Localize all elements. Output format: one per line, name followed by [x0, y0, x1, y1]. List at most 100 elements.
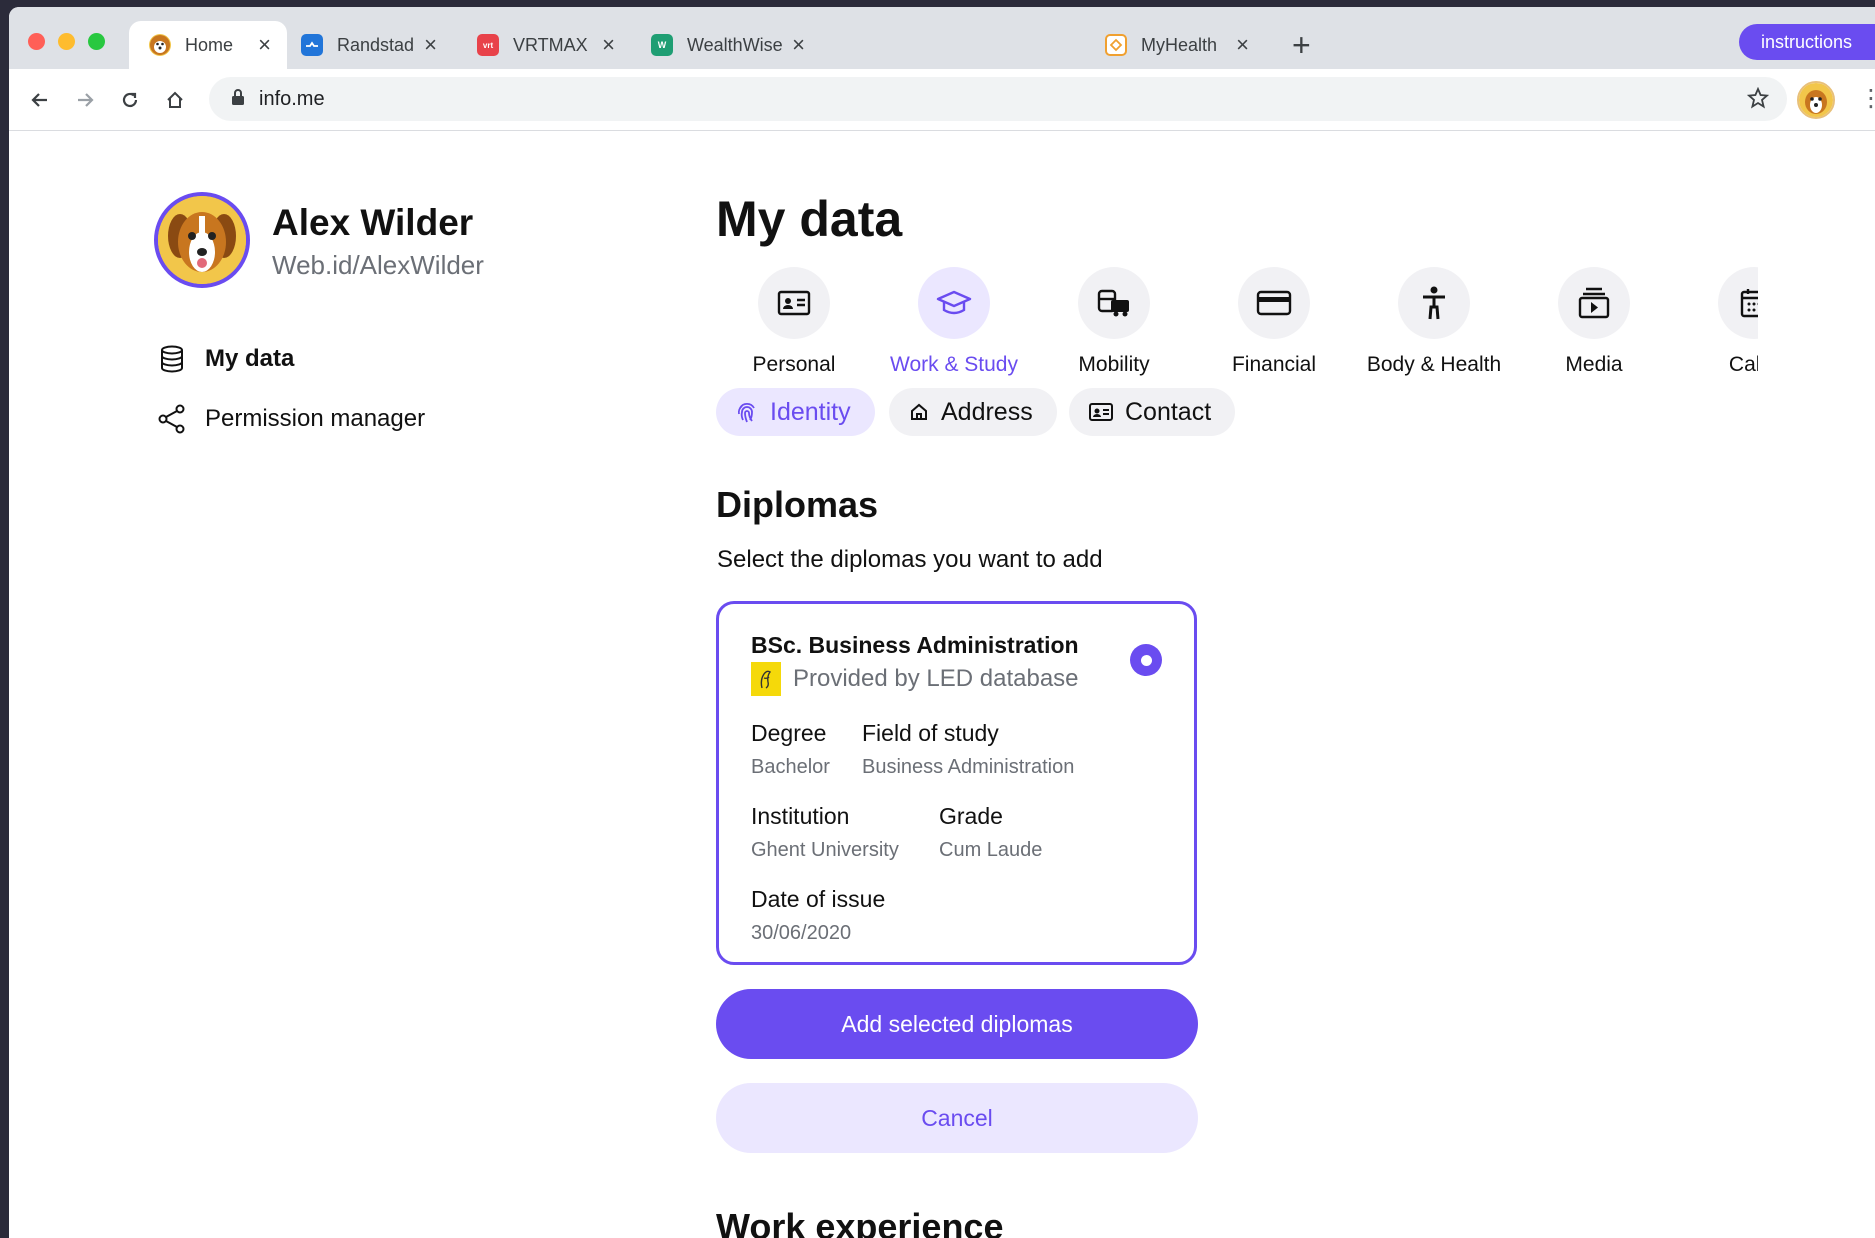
lock-icon — [231, 88, 245, 111]
tab-financial[interactable]: Financial — [1194, 267, 1354, 377]
chip-identity[interactable]: Identity — [716, 388, 875, 436]
forward-button[interactable] — [68, 83, 102, 117]
tab-label: Randstad — [337, 34, 415, 55]
arrow-right-icon — [78, 93, 94, 107]
close-tab-icon[interactable]: × — [1236, 32, 1249, 58]
close-tab-icon[interactable]: × — [258, 32, 271, 58]
fingerprint-icon — [736, 400, 758, 424]
category-label: Financial — [1231, 353, 1317, 376]
tab-work-study[interactable]: Work & Study — [874, 267, 1034, 377]
led-database-logo-icon — [751, 662, 781, 696]
tab-vrtmax[interactable]: vrt VRTMAX × — [469, 21, 631, 69]
dog-avatar-icon — [1799, 83, 1833, 117]
vehicles-icon — [1078, 267, 1150, 339]
browser-window: Home × Randstad × vrt VRTMAX × W WealthW… — [9, 7, 1875, 1238]
wealthwise-icon: W — [651, 34, 673, 56]
page-title: My data — [716, 191, 903, 247]
sidebar-item-my-data[interactable]: My data — [157, 345, 294, 373]
instructions-button[interactable]: instructions — [1739, 24, 1875, 60]
maximize-window-button[interactable] — [88, 33, 105, 50]
tab-body-health[interactable]: Body & Health — [1354, 267, 1514, 377]
close-tab-icon[interactable]: × — [792, 32, 805, 58]
home-icon — [909, 402, 929, 422]
credit-card-icon — [1238, 267, 1310, 339]
institution-field: Institution Ghent University — [751, 803, 899, 862]
user-name: Alex Wilder — [272, 202, 474, 243]
tab-label: MyHealth — [1141, 34, 1218, 55]
category-label: Mobility — [1078, 353, 1150, 376]
field-label: Date of issue — [751, 886, 886, 912]
sidebar-item-label: Permission manager — [205, 405, 426, 432]
url-text: info.me — [259, 87, 325, 110]
profile-avatar-button[interactable] — [1797, 81, 1835, 119]
dog-avatar-icon — [149, 34, 171, 56]
user-web-id[interactable]: Web.id/AlexWilder — [272, 250, 484, 281]
randstad-icon — [301, 34, 323, 56]
diploma-provider: Provided by LED database — [751, 662, 1079, 696]
diploma-title: BSc. Business Administration — [751, 632, 1079, 658]
category-label: Caler — [1728, 353, 1758, 376]
field-of-study-field: Field of study Business Administration — [862, 720, 1074, 779]
tab-media[interactable]: Media — [1514, 267, 1674, 377]
chip-label: Address — [941, 397, 1033, 426]
accessibility-icon — [1398, 267, 1470, 339]
myhealth-icon — [1105, 34, 1127, 56]
new-tab-button[interactable]: + — [1292, 29, 1311, 61]
share-icon — [157, 404, 187, 434]
calendar-icon — [1718, 267, 1758, 339]
field-label: Field of study — [862, 720, 999, 746]
tab-label: WealthWise — [687, 34, 783, 55]
id-card-icon — [758, 267, 830, 339]
diploma-select-radio[interactable] — [1130, 644, 1162, 676]
contact-card-icon — [1089, 402, 1113, 422]
tab-mobility[interactable]: Mobility — [1034, 267, 1194, 377]
field-label: Degree — [751, 720, 827, 746]
cancel-button[interactable]: Cancel — [716, 1083, 1198, 1153]
home-button[interactable] — [158, 83, 192, 117]
chip-contact[interactable]: Contact — [1069, 388, 1236, 436]
category-label: Body & Health — [1366, 353, 1502, 376]
tab-randstad[interactable]: Randstad × — [291, 21, 453, 69]
close-window-button[interactable] — [28, 33, 45, 50]
field-value: Ghent University — [751, 839, 899, 861]
diploma-card[interactable]: BSc. Business Administration Provided by… — [716, 601, 1197, 965]
field-label: Institution — [751, 803, 850, 829]
category-label: Media — [1565, 353, 1623, 376]
category-label: Work & Study — [890, 353, 1018, 376]
chip-label: Identity — [770, 397, 851, 426]
tab-strip: Home × Randstad × vrt VRTMAX × W WealthW… — [9, 7, 1875, 69]
back-button[interactable] — [23, 83, 57, 117]
field-value: Business Administration — [862, 756, 1075, 778]
sidebar-item-permission-manager[interactable]: Permission manager — [157, 404, 425, 434]
field-label: Grade — [939, 803, 1003, 829]
media-play-icon — [1558, 267, 1630, 339]
home-icon — [167, 91, 183, 108]
chip-address[interactable]: Address — [889, 388, 1057, 436]
user-avatar — [154, 192, 250, 288]
graduation-cap-icon — [918, 267, 990, 339]
address-bar[interactable]: info.me — [209, 77, 1787, 121]
browser-menu-icon[interactable]: ⋮ — [1859, 87, 1875, 111]
bookmark-star-icon[interactable] — [1746, 86, 1770, 114]
tab-calendar[interactable]: Caler — [1674, 267, 1758, 377]
degree-field: Degree Bachelor — [751, 720, 830, 779]
grade-field: Grade Cum Laude — [939, 803, 1042, 862]
tab-myhealth[interactable]: MyHealth × — [1095, 21, 1265, 69]
add-selected-diplomas-button[interactable]: Add selected diplomas — [716, 989, 1198, 1059]
tab-label: Home — [185, 34, 234, 55]
reload-button[interactable] — [113, 83, 147, 117]
tab-personal[interactable]: Personal — [716, 267, 874, 377]
minimize-window-button[interactable] — [58, 33, 75, 50]
close-tab-icon[interactable]: × — [602, 32, 615, 58]
arrow-left-icon — [31, 93, 47, 107]
database-icon — [157, 345, 187, 373]
tab-wealthwise[interactable]: W WealthWise × — [641, 21, 821, 69]
field-value: Cum Laude — [939, 839, 1043, 861]
field-value: 30/06/2020 — [751, 922, 852, 944]
provider-text: Provided by LED database — [793, 665, 1079, 692]
tab-home[interactable]: Home × — [129, 21, 287, 69]
browser-toolbar: info.me ⋮ — [9, 69, 1875, 131]
close-tab-icon[interactable]: × — [424, 32, 437, 58]
sidebar-item-label: My data — [205, 345, 295, 372]
reload-icon — [122, 92, 138, 108]
